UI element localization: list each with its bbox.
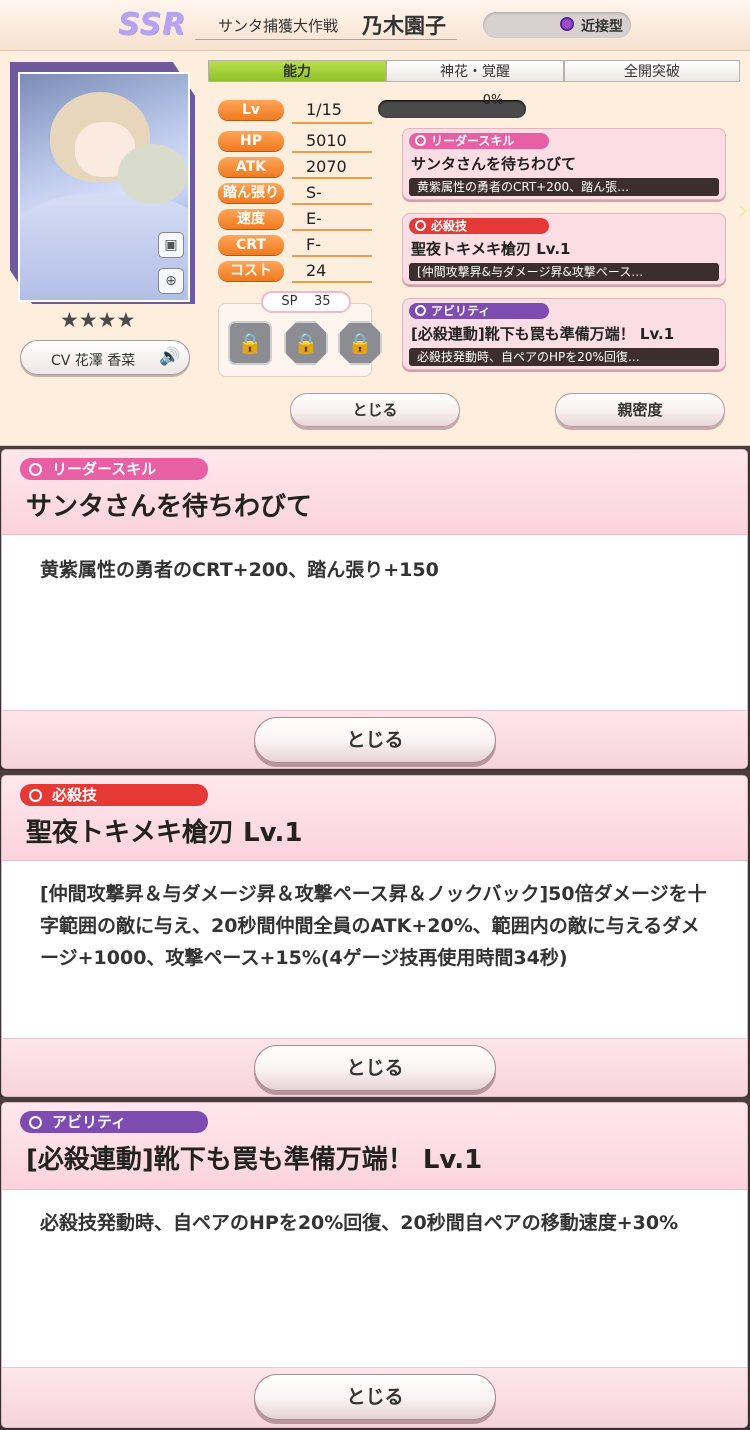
- special-skill-desc: [仲間攻撃昇&与ダメージ昇&攻撃ペース…: [409, 263, 719, 281]
- leader-skill-card[interactable]: リーダースキル サンタさんを待ちわびて 黄紫属性の勇者のCRT+200、踏ん張…: [402, 128, 726, 200]
- type-badge: 近接型: [483, 12, 631, 38]
- panel-tag-label: リーダースキル: [52, 460, 157, 478]
- stat-divider: [292, 122, 372, 124]
- stat-label-cost: コスト: [218, 261, 284, 281]
- ability-card[interactable]: アビリティ [必殺連動]靴下も罠も準備万端！ Lv.1 必殺技発動時、自ペアのH…: [402, 298, 726, 370]
- panel-header: 必殺技 聖夜トキメキ槍刃 Lv.1: [2, 776, 747, 861]
- stat-label-atk: ATK: [218, 157, 284, 177]
- tab-limit-break[interactable]: 全開突破: [564, 60, 740, 82]
- ability-desc: 必殺技発動時、自ペアのHPを20%回復…: [409, 348, 719, 366]
- card-header: SSR サンタ捕獲大作戦 乃木園子 近接型: [0, 0, 750, 51]
- sp-counter: SP 35: [261, 291, 351, 313]
- stat-label-tenacity: 踏ん張り: [218, 183, 284, 203]
- sp-value: 35: [314, 294, 331, 309]
- header-divider: [195, 39, 457, 40]
- next-arrow-icon[interactable]: ›: [738, 196, 748, 226]
- panel-title: 聖夜トキメキ槍刃 Lv.1: [26, 818, 303, 848]
- ability-icon: [29, 1116, 42, 1129]
- event-title: サンタ捕獲大作戦: [218, 17, 339, 35]
- stat-label-lv: Lv: [218, 100, 284, 120]
- panel-tag: リーダースキル: [20, 458, 208, 480]
- tab-awakening[interactable]: 神花・覚醒: [386, 60, 564, 82]
- ability-name: [必殺連動]靴下も罠も準備万端！ Lv.1: [411, 325, 675, 343]
- special-skill-panel: 必殺技 聖夜トキメキ槍刃 Lv.1 [仲間攻撃昇＆与ダメージ昇＆攻撃ペース昇＆ノ…: [2, 776, 747, 1096]
- leader-skill-name: サンタさんを待ちわびて: [411, 155, 577, 173]
- panel-description: [仲間攻撃昇＆与ダメージ昇＆攻撃ペース昇＆ノックバック]50倍ダメージを十字範囲…: [40, 883, 707, 969]
- tab-ability[interactable]: 能力: [208, 60, 386, 82]
- zoom-icon[interactable]: ⊕: [158, 268, 184, 294]
- panel-description: 必殺技発動時、自ペアのHPを20%回復、20秒間自ペアの移動速度+30%: [40, 1212, 679, 1234]
- cv-label: CV 花澤 香菜: [51, 353, 136, 369]
- panel-tag: 必殺技: [20, 784, 208, 806]
- sp-label: SP: [281, 294, 298, 309]
- panel-tag-label: アビリティ: [52, 1113, 127, 1131]
- leader-skill-panel: リーダースキル サンタさんを待ちわびて 黄紫属性の勇者のCRT+200、踏ん張り…: [2, 450, 747, 768]
- special-skill-tag: 必殺技: [409, 218, 549, 234]
- panel-tag-label: 必殺技: [52, 786, 98, 804]
- close-button[interactable]: とじる: [254, 1374, 496, 1420]
- character-detail-card: SSR サンタ捕獲大作戦 乃木園子 近接型 ▣ ⊕ ★★★★ CV 花澤 香菜 …: [0, 0, 750, 447]
- stat-value-hp: 5010: [306, 131, 347, 150]
- panel-title: サンタさんを待ちわびて: [26, 492, 313, 522]
- panel-tag: アビリティ: [20, 1111, 208, 1133]
- exp-percent: 0%: [482, 93, 504, 108]
- type-label: 近接型: [581, 19, 623, 35]
- rarity-badge: SSR: [118, 7, 187, 42]
- special-skill-tag-label: 必殺技: [431, 219, 468, 233]
- panel-footer: とじる: [2, 710, 747, 768]
- special-skill-card[interactable]: 必殺技 聖夜トキメキ槍刃 Lv.1 [仲間攻撃昇&与ダメージ昇&攻撃ペース…: [402, 213, 726, 285]
- panel-header: アビリティ [必殺連動]靴下も罠も準備万端！ Lv.1: [2, 1103, 747, 1190]
- stat-label-speed: 速度: [218, 209, 284, 229]
- stat-value-speed: E-: [306, 209, 322, 228]
- ability-icon: [415, 305, 426, 316]
- cv-button[interactable]: CV 花澤 香菜 🔊: [20, 340, 190, 375]
- leader-skill-tag-label: リーダースキル: [431, 134, 515, 148]
- stat-divider: [292, 203, 372, 205]
- character-name: 乃木園子: [362, 14, 446, 38]
- panel-footer: とじる: [2, 1038, 747, 1096]
- rarity-stars: ★★★★: [60, 308, 136, 332]
- speaker-icon: 🔊: [159, 347, 181, 367]
- stat-label-hp: HP: [218, 131, 284, 151]
- ability-tag-label: アビリティ: [431, 304, 491, 318]
- lock-icon[interactable]: 🔒: [284, 321, 328, 365]
- affinity-button[interactable]: 親密度: [555, 393, 725, 427]
- special-skill-icon: [29, 789, 42, 802]
- portrait-plush: [118, 144, 188, 204]
- image-icon[interactable]: ▣: [158, 232, 184, 258]
- panel-description: 黄紫属性の勇者のCRT+200、踏ん張り+150: [40, 559, 439, 581]
- stat-value-cost: 24: [306, 261, 327, 280]
- panel-header: リーダースキル サンタさんを待ちわびて: [2, 450, 747, 535]
- lock-icon[interactable]: 🔒: [228, 321, 272, 365]
- stat-value-lv: 1/15: [306, 100, 342, 119]
- close-button[interactable]: とじる: [254, 717, 496, 763]
- ability-panel: アビリティ [必殺連動]靴下も罠も準備万端！ Lv.1 必殺技発動時、自ペアのH…: [2, 1103, 747, 1427]
- stat-divider: [292, 151, 372, 153]
- close-button[interactable]: とじる: [254, 1045, 496, 1091]
- lock-icon[interactable]: 🔒: [338, 321, 382, 365]
- type-icon: [560, 17, 574, 31]
- special-skill-name: 聖夜トキメキ槍刃 Lv.1: [411, 240, 571, 258]
- special-skill-icon: [415, 220, 426, 231]
- stat-value-crt: F-: [306, 235, 321, 254]
- leader-skill-icon: [29, 463, 42, 476]
- stat-label-crt: CRT: [218, 235, 284, 255]
- stat-divider: [292, 177, 372, 179]
- ability-tag: アビリティ: [409, 303, 549, 319]
- panel-footer: とじる: [2, 1367, 747, 1427]
- panel-title: [必殺連動]靴下も罠も準備万端！ Lv.1: [26, 1145, 483, 1175]
- leader-skill-tag: リーダースキル: [409, 133, 549, 149]
- leader-skill-desc: 黄紫属性の勇者のCRT+200、踏ん張…: [409, 178, 719, 196]
- leader-skill-icon: [415, 135, 426, 146]
- stat-divider: [292, 281, 372, 283]
- stat-divider: [292, 255, 372, 257]
- stat-divider: [292, 229, 372, 231]
- stat-value-tenacity: S-: [306, 183, 322, 202]
- close-button[interactable]: とじる: [290, 393, 460, 427]
- stat-value-atk: 2070: [306, 157, 347, 176]
